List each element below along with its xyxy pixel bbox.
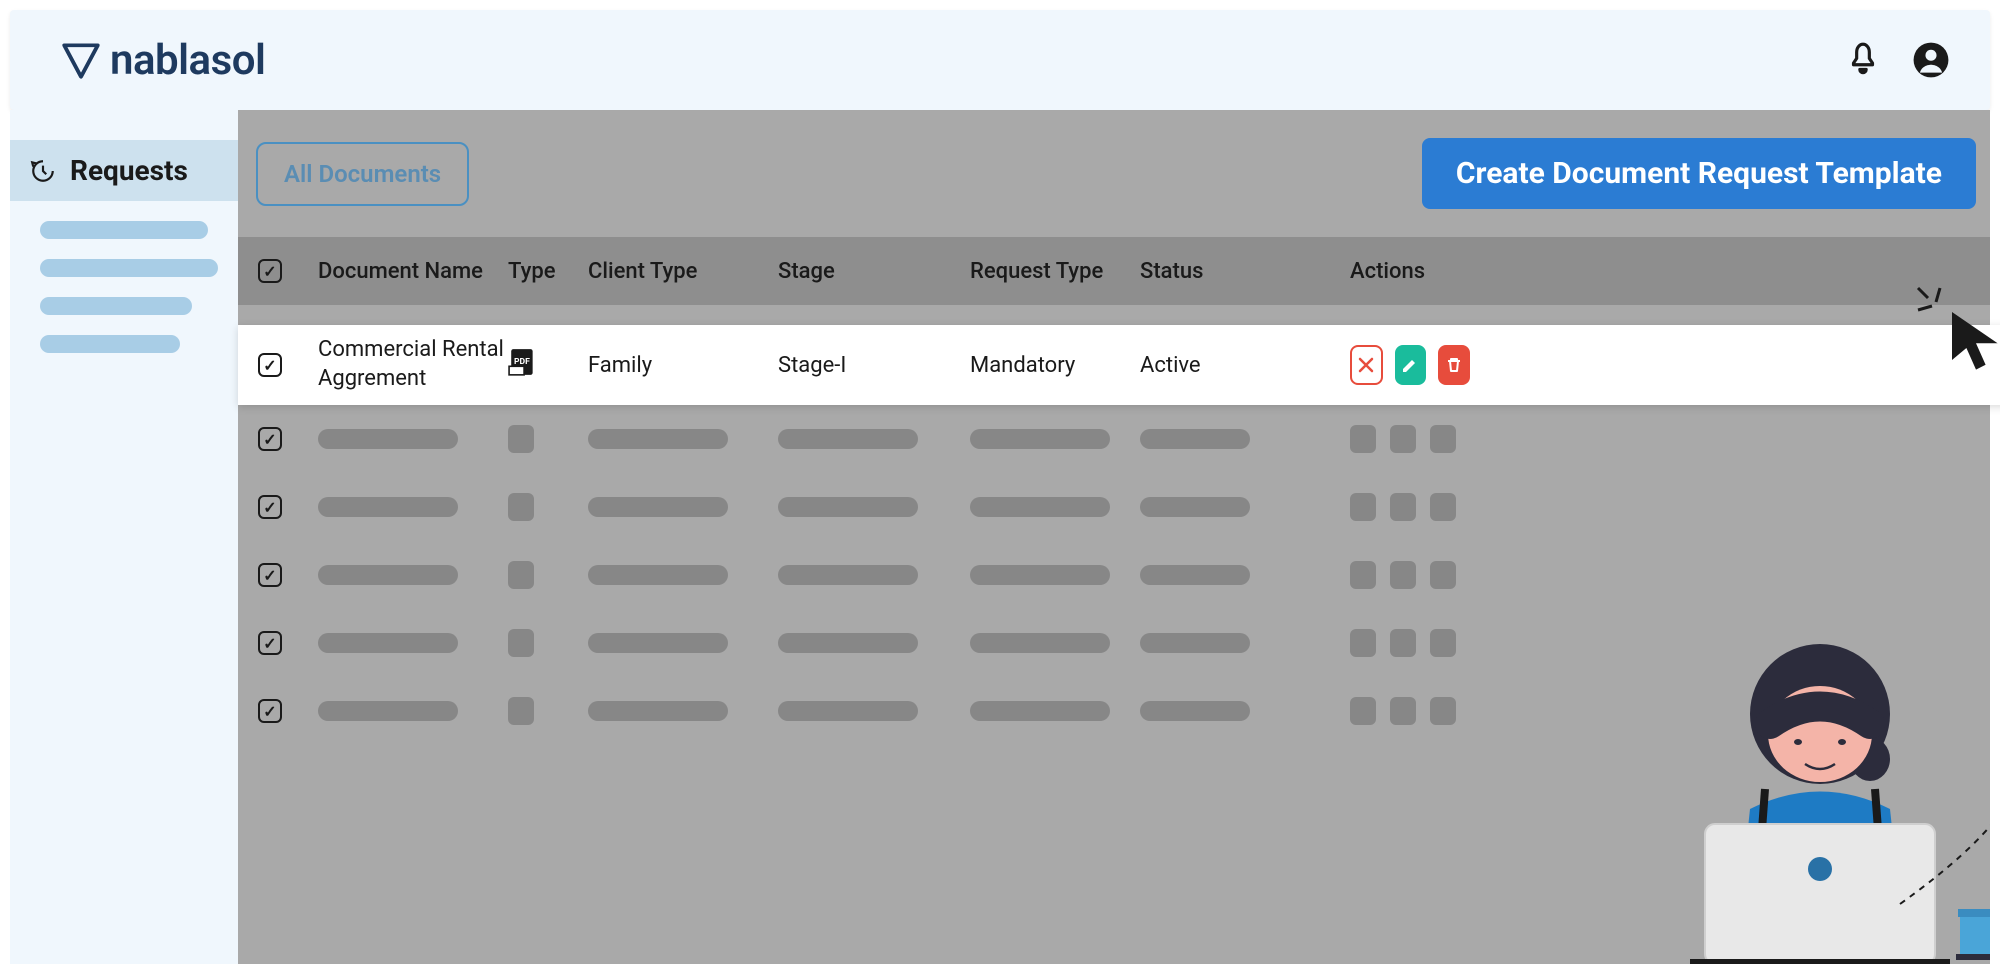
sidebar-skeleton — [40, 297, 192, 315]
table-row[interactable]: Commercial Rental Aggrement PDF Family S… — [238, 325, 2000, 405]
client-type-value: Family — [588, 353, 778, 378]
history-icon — [30, 158, 56, 184]
table-row-skeleton — [238, 405, 1990, 473]
document-name: Commercial Rental Aggrement — [318, 336, 508, 393]
column-header-actions: Actions — [1350, 259, 1470, 284]
sidebar-skeleton — [40, 221, 208, 239]
column-header-status: Status — [1140, 259, 1350, 284]
row-checkbox[interactable] — [258, 427, 282, 451]
column-header-client-type: Client Type — [588, 259, 778, 284]
stage-value: Stage-I — [778, 353, 970, 378]
logo-text: nablasol — [110, 36, 265, 85]
pdf-file-icon: PDF — [508, 347, 538, 377]
row-checkbox[interactable] — [258, 563, 282, 587]
logo: nablasol — [60, 36, 265, 85]
trash-icon — [1445, 356, 1463, 374]
status-value: Active — [1140, 353, 1350, 378]
app-header: nablasol — [10, 10, 1990, 110]
account-avatar-icon[interactable] — [1912, 41, 1950, 79]
close-action-button[interactable] — [1350, 345, 1383, 385]
all-documents-filter-button[interactable]: All Documents — [256, 142, 469, 206]
sidebar: Requests — [10, 110, 238, 964]
main-content: All Documents Create Document Request Te… — [238, 110, 1990, 964]
column-header-request-type: Request Type — [970, 259, 1140, 284]
table-row-skeleton — [238, 541, 1990, 609]
table-row-skeleton — [238, 677, 1990, 745]
nablasol-logo-icon — [60, 39, 102, 81]
table-row-skeleton — [238, 609, 1990, 677]
row-checkbox[interactable] — [258, 631, 282, 655]
delete-action-button[interactable] — [1438, 345, 1470, 385]
close-icon — [1357, 356, 1375, 374]
column-header-name: Document Name — [308, 259, 508, 284]
create-document-request-template-button[interactable]: Create Document Request Template — [1422, 138, 1976, 209]
column-header-type: Type — [508, 259, 588, 284]
toolbar: All Documents Create Document Request Te… — [238, 110, 1990, 237]
table-row-skeleton — [238, 473, 1990, 541]
sidebar-item-label: Requests — [70, 154, 188, 187]
row-checkbox[interactable] — [258, 495, 282, 519]
notification-bell-icon[interactable] — [1844, 41, 1882, 79]
pencil-icon — [1400, 355, 1420, 375]
request-type-value: Mandatory — [970, 353, 1140, 378]
sidebar-skeleton — [40, 335, 180, 353]
table-header: Document Name Type Client Type Stage Req… — [238, 237, 1990, 305]
header-actions — [1844, 41, 1950, 79]
column-header-stage: Stage — [778, 259, 970, 284]
row-checkbox[interactable] — [258, 353, 282, 377]
sidebar-skeleton — [40, 259, 218, 277]
row-checkbox[interactable] — [258, 699, 282, 723]
sidebar-item-requests[interactable]: Requests — [10, 140, 238, 201]
edit-action-button[interactable] — [1395, 345, 1427, 385]
select-all-checkbox[interactable] — [258, 259, 282, 283]
